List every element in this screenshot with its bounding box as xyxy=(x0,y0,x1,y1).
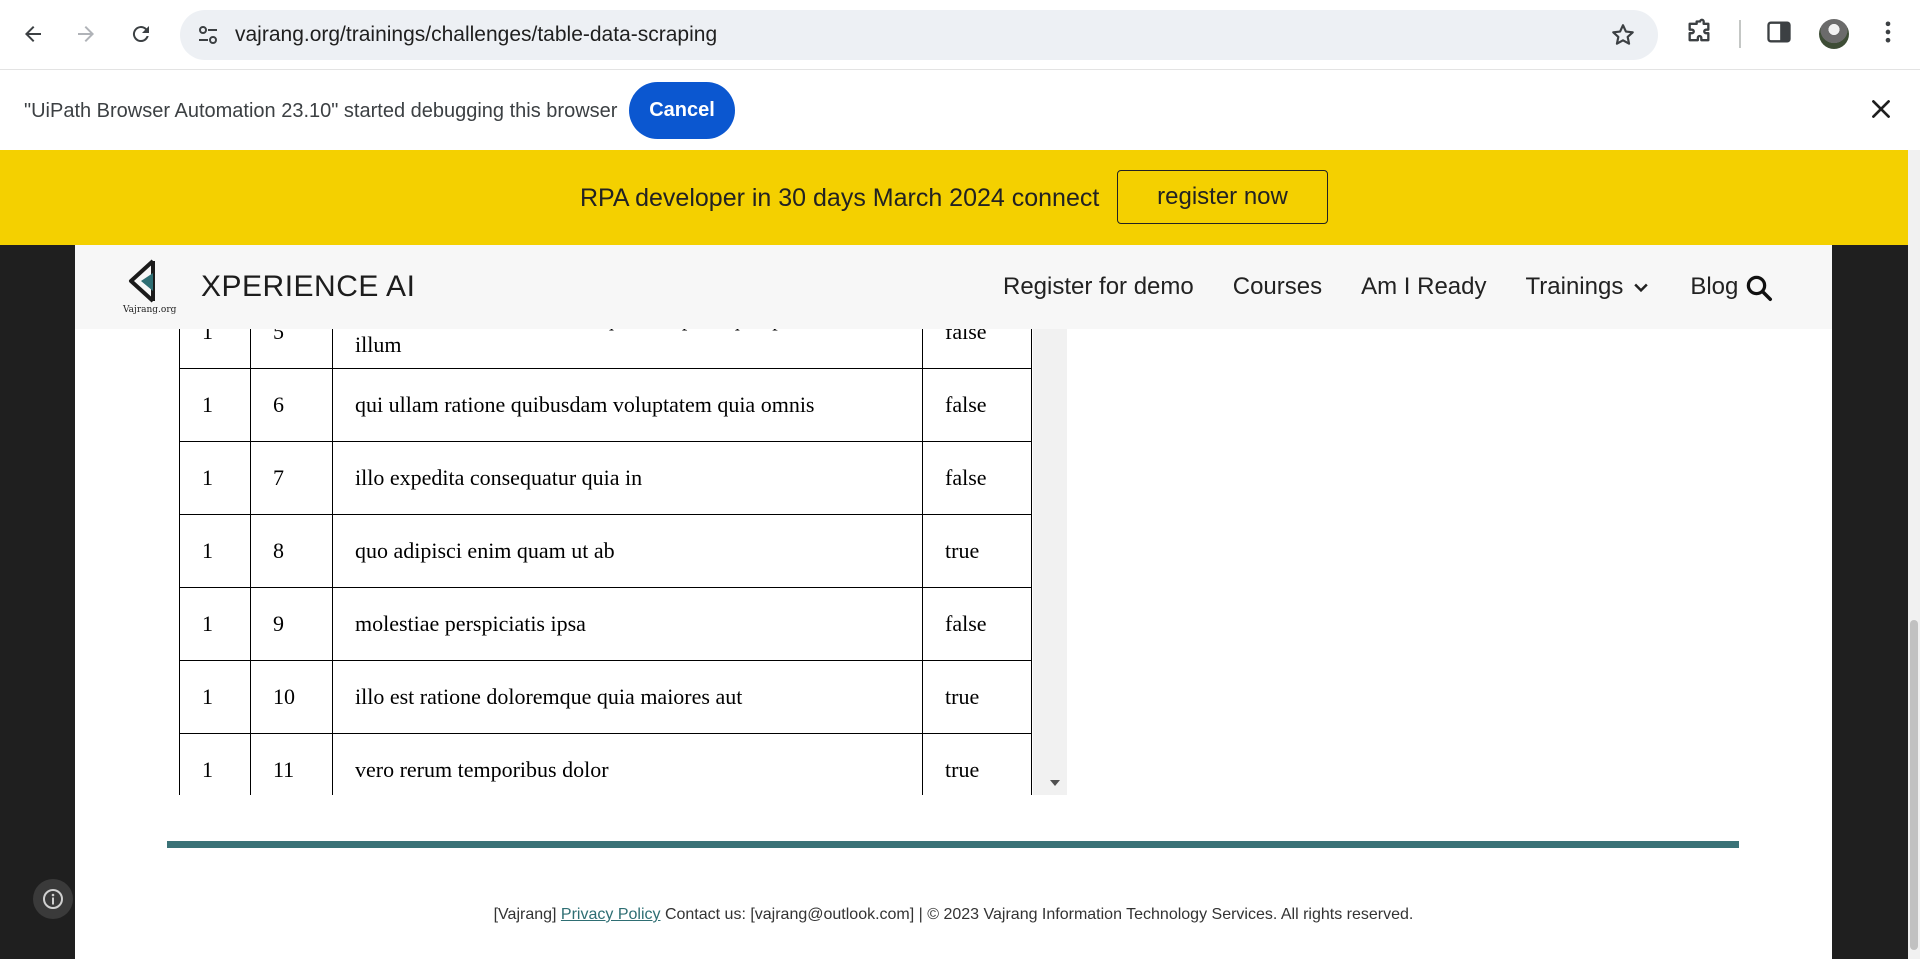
todo-id-cell: 6 xyxy=(250,368,333,442)
title-cell: qui ullam ratione quibusdam voluptatem q… xyxy=(332,368,923,442)
brand-name[interactable]: XPERIENCE AI xyxy=(201,245,415,329)
debugging-infobar: "UiPath Browser Automation 23.10" starte… xyxy=(0,70,1920,150)
user-id-cell: 1 xyxy=(179,587,251,661)
footer-divider xyxy=(167,841,1739,848)
nav-am-i-ready[interactable]: Am I Ready xyxy=(1361,273,1486,301)
title-cell: laboriosam mollitia et enim quasi adipis… xyxy=(332,329,923,369)
table-row: 15laboriosam mollitia et enim quasi adip… xyxy=(179,329,1032,369)
user-id-cell: 1 xyxy=(179,660,251,734)
arrow-right-icon xyxy=(78,26,94,42)
address-bar[interactable]: vajrang.org/trainings/challenges/table-d… xyxy=(180,10,1658,60)
nav-trainings[interactable]: Trainings xyxy=(1526,273,1652,301)
bookmark-star-icon[interactable] xyxy=(1610,22,1636,48)
user-id-cell: 1 xyxy=(179,733,251,795)
page-scrollbar-thumb[interactable] xyxy=(1910,620,1918,950)
title-cell: illo expedita consequatur quia in xyxy=(332,441,923,515)
todo-table-container[interactable]: 15laboriosam mollitia et enim quasi adip… xyxy=(179,329,1067,795)
site-header: Vajrang.org XPERIENCE AI Register for de… xyxy=(75,245,1832,329)
table-row: 1 8 quo adipisci enim quam ut ab true xyxy=(179,514,1032,588)
forward-button[interactable] xyxy=(66,14,106,54)
user-id-cell: 1 xyxy=(179,368,251,442)
register-now-button[interactable]: register now xyxy=(1117,170,1328,224)
profile-avatar[interactable] xyxy=(1819,19,1849,49)
search-icon[interactable] xyxy=(1744,273,1774,303)
toolbar-separator xyxy=(1739,20,1741,48)
announcement-text: RPA developer in 30 days March 2024 conn… xyxy=(580,184,1100,212)
reload-button[interactable] xyxy=(121,14,161,54)
completed-cell: true xyxy=(922,514,1032,588)
footer-contact: Contact us: [vajrang@outlook.com] | © 20… xyxy=(664,906,1414,923)
user-id-cell: 1 xyxy=(179,329,251,369)
table-row: 1 10 illo est ratione doloremque quia maio… xyxy=(179,660,1032,734)
site-logo[interactable]: Vajrang.org xyxy=(123,257,177,317)
nav-courses[interactable]: Courses xyxy=(1233,273,1322,301)
completed-cell: false xyxy=(922,587,1032,661)
completed-cell: false xyxy=(922,329,1032,369)
side-panel-icon[interactable] xyxy=(1765,18,1793,46)
logo-text: Vajrang.org xyxy=(123,305,177,315)
info-icon xyxy=(43,889,63,909)
table-row: 1 7 illo expedita consequatur quia in false xyxy=(179,441,1032,515)
title-cell: illo est ratione doloremque quia maiores… xyxy=(332,660,923,734)
todo-id-cell: 5 xyxy=(250,329,333,369)
title-cell: vero rerum temporibus dolor xyxy=(332,733,923,795)
page-content: Vajrang.org XPERIENCE AI Register for de… xyxy=(75,245,1832,959)
completed-cell: false xyxy=(922,441,1032,515)
close-icon[interactable] xyxy=(1868,96,1894,122)
privacy-policy-link[interactable]: Privacy Policy xyxy=(561,906,661,923)
todo-table: 15laboriosam mollitia et enim quasi adip… xyxy=(179,329,1032,795)
footer-prefix: [Vajrang] xyxy=(493,906,557,923)
announcement-banner: RPA developer in 30 days March 2024 conn… xyxy=(0,150,1908,245)
chevron-down-icon xyxy=(1634,283,1649,293)
nav-trainings-label: Trainings xyxy=(1525,273,1624,300)
completed-cell: true xyxy=(922,733,1032,795)
browser-toolbar: vajrang.org/trainings/challenges/table-d… xyxy=(0,0,1920,70)
info-button[interactable] xyxy=(33,879,73,919)
completed-cell: false xyxy=(922,368,1032,442)
site-footer: [Vajrang] Privacy Policy Contact us: [va… xyxy=(75,906,1832,924)
user-id-cell: 1 xyxy=(179,441,251,515)
todo-id-cell: 11 xyxy=(250,733,333,795)
page-scrollbar[interactable] xyxy=(1908,150,1920,959)
page-viewport: RPA developer in 30 days March 2024 conn… xyxy=(0,150,1920,959)
arrow-left-icon xyxy=(25,26,41,42)
todo-id-cell: 9 xyxy=(250,587,333,661)
table-scrollbar[interactable] xyxy=(1033,329,1067,795)
table-row: 1 9 molestiae perspiciatis ipsa false xyxy=(179,587,1032,661)
user-id-cell: 1 xyxy=(179,514,251,588)
url-text: vajrang.org/trainings/challenges/table-d… xyxy=(235,23,718,46)
cancel-debugging-button[interactable]: Cancel xyxy=(629,82,735,139)
site-settings-icon[interactable] xyxy=(196,23,220,47)
reload-icon xyxy=(132,26,149,43)
nav-register-for-demo[interactable]: Register for demo xyxy=(1003,273,1194,301)
more-menu-icon[interactable] xyxy=(1874,18,1902,46)
main-nav: Register for demo Courses Am I Ready Tra… xyxy=(1003,245,1777,329)
logo-mark-icon xyxy=(129,259,155,303)
todo-id-cell: 7 xyxy=(250,441,333,515)
title-cell: molestiae perspiciatis ipsa xyxy=(332,587,923,661)
title-cell: quo adipisci enim quam ut ab xyxy=(332,514,923,588)
table-row: 1 6 qui ullam ratione quibusdam voluptatem… xyxy=(179,368,1032,442)
scroll-down-arrow-icon[interactable] xyxy=(1050,780,1060,786)
nav-blog[interactable]: Blog xyxy=(1690,273,1738,301)
table-row: 1 11 vero rerum temporibus dolor true xyxy=(179,733,1032,795)
todo-id-cell: 10 xyxy=(250,660,333,734)
extensions-icon[interactable] xyxy=(1685,18,1713,46)
debugging-message: "UiPath Browser Automation 23.10" starte… xyxy=(24,100,618,122)
back-button[interactable] xyxy=(13,14,53,54)
completed-cell: true xyxy=(922,660,1032,734)
todo-id-cell: 8 xyxy=(250,514,333,588)
